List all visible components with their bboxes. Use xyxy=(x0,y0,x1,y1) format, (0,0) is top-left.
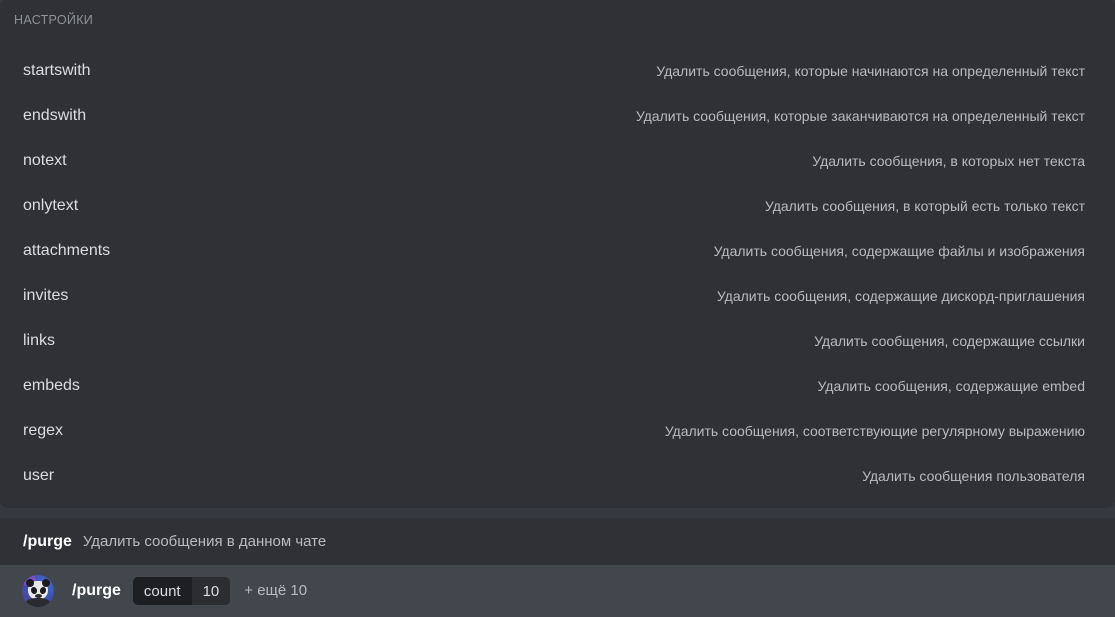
option-row[interactable]: invites Удалить сообщения, содержащие дис… xyxy=(0,273,1115,318)
option-description: Удалить сообщения, содержащие ссылки xyxy=(814,332,1085,349)
bot-avatar-panda-icon xyxy=(22,575,54,607)
option-description: Удалить сообщения, в который есть только… xyxy=(764,197,1085,214)
parameter-value: 10 xyxy=(191,577,231,605)
option-name: invites xyxy=(23,286,69,304)
option-name: regex xyxy=(23,421,64,439)
option-name: links xyxy=(23,331,56,349)
option-name: onlytext xyxy=(23,196,79,214)
avatar-ear-right-shape xyxy=(42,579,50,587)
option-row[interactable]: attachments Удалить сообщения, содержащие… xyxy=(0,228,1115,273)
option-description: Удалить сообщения, в которых нет текста xyxy=(812,152,1085,169)
option-name: endswith xyxy=(23,106,87,124)
additional-options-count: + ещё 10 xyxy=(244,582,308,599)
avatar-ear-left-shape xyxy=(26,579,34,587)
option-name: attachments xyxy=(23,241,111,259)
option-row[interactable]: endswith Удалить сообщения, которые закан… xyxy=(0,93,1115,138)
options-list: startswith Удалить сообщения, которые нач… xyxy=(0,48,1115,498)
option-row[interactable]: notext Удалить сообщения, в которых нет т… xyxy=(0,138,1115,183)
option-row[interactable]: embeds Удалить сообщения, содержащие embe… xyxy=(0,363,1115,408)
option-description: Удалить сообщения, содержащие файлы и из… xyxy=(713,242,1085,259)
command-header-strip: /purge Удалить сообщения в данном чате xyxy=(0,518,1115,565)
option-description: Удалить сообщения, содержащие embed xyxy=(817,377,1086,394)
command-name: /purge xyxy=(23,532,72,550)
option-description: Удалить сообщения, которые заканчиваются… xyxy=(635,107,1085,124)
parameter-key: count xyxy=(132,577,192,605)
suggestion-command-name: /purge xyxy=(72,582,121,599)
option-row[interactable]: regex Удалить сообщения, соответствующие … xyxy=(0,408,1115,453)
command-suggestion-row[interactable]: /purge count 10 + ещё 10 xyxy=(0,565,1115,617)
option-description: Удалить сообщения пользователя xyxy=(862,467,1085,484)
option-row[interactable]: user Удалить сообщения пользователя xyxy=(0,453,1115,498)
option-row[interactable]: links Удалить сообщения, содержащие ссылк… xyxy=(0,318,1115,363)
discord-slash-command-popout: НАСТРОЙКИ startswith Удалить сообщения, к… xyxy=(0,0,1115,617)
avatar-body-shape xyxy=(26,598,50,607)
parameter-chip[interactable]: count 10 xyxy=(132,577,231,605)
option-description: Удалить сообщения, соответствующие регул… xyxy=(664,422,1085,439)
option-row[interactable]: startswith Удалить сообщения, которые нач… xyxy=(0,48,1115,93)
option-row[interactable]: onlytext Удалить сообщения, в который ест… xyxy=(0,183,1115,228)
option-name: embeds xyxy=(23,376,80,394)
settings-section-header: НАСТРОЙКИ xyxy=(14,13,94,27)
option-name: startswith xyxy=(23,61,91,79)
settings-options-panel: НАСТРОЙКИ startswith Удалить сообщения, к… xyxy=(0,0,1115,508)
command-description: Удалить сообщения в данном чате xyxy=(82,532,327,550)
option-name: notext xyxy=(23,151,67,169)
option-name: user xyxy=(23,466,55,484)
option-description: Удалить сообщения, содержащие дискорд-пр… xyxy=(716,287,1085,304)
option-description: Удалить сообщения, которые начинаются на… xyxy=(656,62,1085,79)
